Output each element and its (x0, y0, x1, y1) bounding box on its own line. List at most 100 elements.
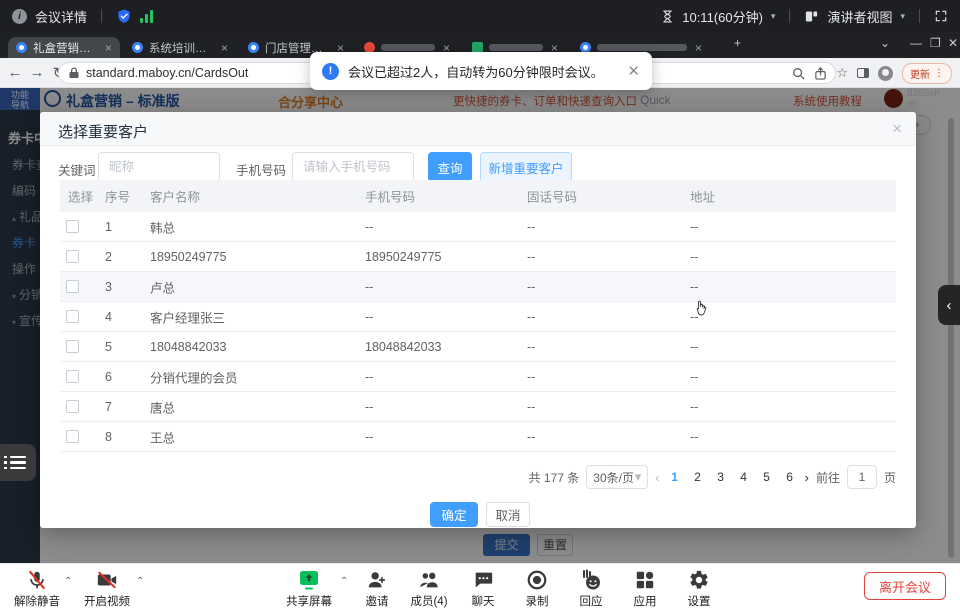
goto-page-input[interactable] (847, 465, 877, 489)
page-2[interactable]: 2 (690, 470, 706, 484)
table-row[interactable]: 2 18950249775 18950249775 -- -- (60, 242, 896, 272)
row-checkbox[interactable] (66, 430, 79, 443)
phone-label: 手机号码 (236, 160, 286, 179)
page-3[interactable]: 3 (713, 470, 729, 484)
row-checkbox[interactable] (66, 220, 79, 233)
table-row[interactable]: 8 王总 -- -- -- (60, 422, 896, 452)
share-screen-icon (297, 568, 321, 592)
tab-close-icon[interactable]: × (221, 41, 228, 55)
share-icon[interactable] (814, 67, 827, 80)
tab-search-icon[interactable]: ⌄ (880, 36, 890, 50)
dialog-header: 选择重要客户 × (40, 112, 916, 146)
chat-button[interactable]: 聊天 (454, 568, 512, 609)
record-button[interactable]: 录制 (508, 568, 566, 609)
phone-input[interactable] (292, 152, 414, 182)
keyword-input[interactable] (98, 152, 220, 182)
zoom-icon[interactable] (792, 67, 805, 80)
page-unit-label: 页 (884, 469, 896, 486)
share-screen-button[interactable]: 共享屏幕 (278, 568, 340, 609)
add-customer-button[interactable]: 新增重要客户 (480, 152, 572, 182)
bookmark-star-icon[interactable]: ☆ (836, 65, 848, 81)
page-6[interactable]: 6 (782, 470, 798, 484)
row-checkbox[interactable] (66, 400, 79, 413)
profile-icon[interactable] (878, 66, 893, 81)
browser-tab[interactable]: 系统培训学习 × (124, 37, 236, 58)
table-row[interactable]: 4 客户经理张三 -- -- -- (60, 302, 896, 332)
row-checkbox[interactable] (66, 250, 79, 263)
pagination: 共 177 条 30条/页 ▾ ‹ 1 2 3 4 5 6 › 前往 页 (529, 464, 896, 490)
update-badge[interactable]: 更新 ⋮ (902, 63, 952, 84)
reaction-button[interactable]: 回应 (562, 568, 620, 609)
confirm-button[interactable]: 确定 (430, 502, 478, 527)
browser-tab-active[interactable]: 礼盒营销平台管理中心 × (8, 37, 120, 58)
window-close-button[interactable]: ✕ (948, 36, 958, 50)
row-checkbox[interactable] (66, 370, 79, 383)
meeting-toast: ! 会议已超过2人，自动转为60分钟限时会议。 ✕ (310, 52, 652, 90)
tab-close-icon[interactable]: × (695, 41, 702, 55)
network-signal-icon (140, 10, 153, 23)
invite-person-icon (366, 569, 388, 591)
search-button[interactable]: 查询 (428, 152, 472, 182)
chat-bubble-icon (472, 569, 494, 591)
meeting-details-button[interactable]: 会议详情 (35, 7, 87, 26)
apps-grid-icon (634, 569, 656, 591)
next-page-button[interactable]: › (805, 470, 809, 485)
start-video-button[interactable]: 开启视频 (78, 568, 136, 609)
page-size-select[interactable]: 30条/页 ▾ (586, 465, 648, 489)
shield-check-icon[interactable] (116, 8, 132, 25)
restore-button[interactable]: ❐ (930, 36, 941, 50)
video-options-caret[interactable]: ⌃ (136, 576, 144, 587)
cancel-button[interactable]: 取消 (486, 502, 530, 527)
collapse-side-panel-button[interactable]: ‹ (938, 285, 960, 325)
reaction-icon (579, 568, 603, 592)
fullscreen-icon[interactable] (934, 9, 948, 23)
list-icon (10, 453, 26, 473)
annotation-list-toggle[interactable] (0, 444, 36, 481)
chevron-left-icon: ‹ (947, 297, 952, 314)
side-panel-icon[interactable] (857, 68, 869, 78)
minimize-button[interactable]: — (910, 36, 922, 50)
col-index: 序号 (105, 187, 130, 206)
record-icon (526, 569, 548, 591)
new-tab-button[interactable]: + (734, 36, 741, 50)
unmute-button[interactable]: 解除静音 (8, 568, 66, 609)
chevron-down-icon[interactable]: ▾ (900, 11, 905, 22)
col-tel: 固话号码 (527, 187, 577, 206)
tab-favicon (16, 42, 27, 53)
row-checkbox[interactable] (66, 310, 79, 323)
chevron-down-icon[interactable]: ▾ (771, 11, 776, 22)
gear-icon (688, 569, 710, 591)
close-icon[interactable]: × (892, 119, 902, 139)
row-checkbox[interactable] (66, 340, 79, 353)
toast-close-icon[interactable]: ✕ (627, 62, 640, 80)
row-checkbox[interactable] (66, 280, 79, 293)
table-row[interactable]: 7 唐总 -- -- -- (60, 392, 896, 422)
back-icon[interactable]: ← (4, 64, 26, 81)
settings-button[interactable]: 设置 (670, 568, 728, 609)
meeting-topbar: i 会议详情 10:11(60分钟) ▾ 演讲者视图 ▾ (0, 0, 960, 32)
col-name: 客户名称 (150, 187, 200, 206)
url-text: standard.maboy.cn/CardsOut (86, 66, 248, 80)
divider (101, 9, 102, 23)
view-mode-button[interactable]: 演讲者视图 (827, 7, 892, 26)
view-layout-icon (804, 9, 819, 24)
tab-close-icon[interactable]: × (105, 41, 112, 55)
apps-button[interactable]: 应用 (616, 568, 674, 609)
members-button[interactable]: 成员(4) (400, 568, 458, 609)
illegible-tab-title (489, 44, 543, 51)
page-4[interactable]: 4 (736, 470, 752, 484)
table-row[interactable]: 1 韩总 -- -- -- (60, 212, 896, 242)
invite-button[interactable]: 邀请 (348, 568, 406, 609)
camera-muted-icon (95, 569, 119, 591)
forward-icon[interactable]: → (26, 64, 48, 81)
members-icon (417, 569, 441, 591)
page-5[interactable]: 5 (759, 470, 775, 484)
mic-options-caret[interactable]: ⌃ (64, 576, 72, 587)
table-row[interactable]: 6 分销代理的会员 -- -- -- (60, 362, 896, 392)
leave-meeting-button[interactable]: 离开会议 (864, 572, 946, 600)
table-row-hovered[interactable]: 3 卢总 -- -- -- (60, 272, 896, 302)
prev-page-button[interactable]: ‹ (655, 470, 659, 485)
tab-favicon (248, 42, 259, 53)
page-1[interactable]: 1 (667, 470, 683, 484)
table-row[interactable]: 5 18048842033 18048842033 -- -- (60, 332, 896, 362)
